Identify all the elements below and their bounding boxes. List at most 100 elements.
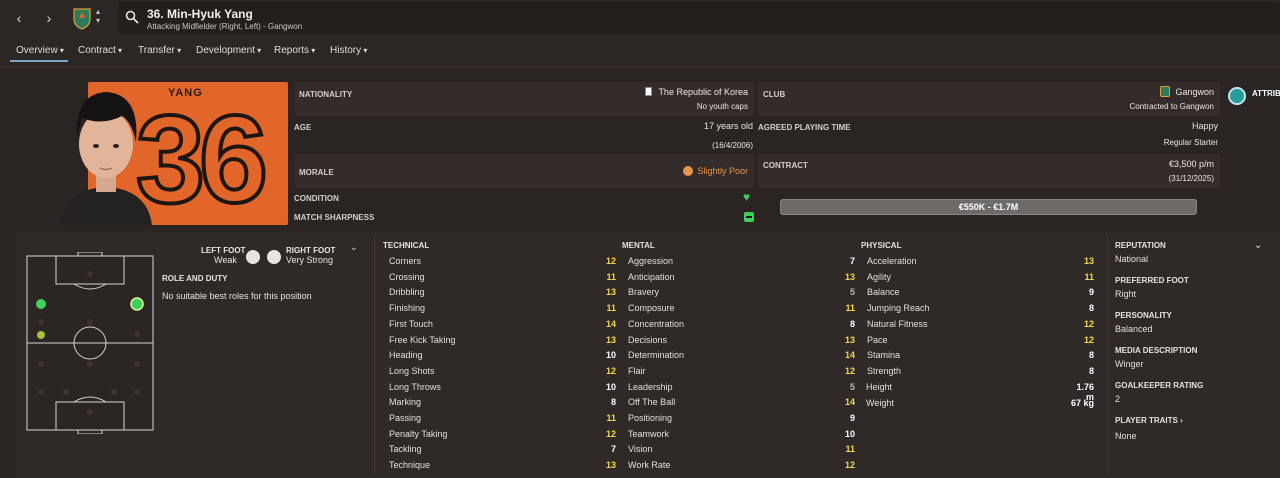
- physical-attribute-value: 12: [1083, 335, 1094, 345]
- technical-attribute-name[interactable]: Long Throws: [389, 382, 441, 392]
- mental-attribute-name[interactable]: Vision: [628, 444, 652, 454]
- mental-attribute-value: 13: [844, 335, 855, 345]
- mental-attribute-name[interactable]: Anticipation: [628, 272, 675, 282]
- technical-attribute-value: 10: [605, 350, 616, 360]
- physical-attribute-value: 8: [1088, 303, 1094, 313]
- physical-attribute-name[interactable]: Agility: [867, 272, 891, 282]
- youth-caps: No youth caps: [696, 102, 748, 111]
- physical-attribute-name[interactable]: Stamina: [867, 350, 900, 360]
- mental-attribute-name[interactable]: Flair: [628, 366, 646, 376]
- mental-attribute-name[interactable]: Composure: [628, 303, 675, 313]
- tab-history[interactable]: History: [330, 45, 367, 56]
- physical-attribute-value: 12: [1083, 319, 1094, 329]
- technical-attribute-name[interactable]: Penalty Taking: [389, 429, 447, 439]
- technical-attribute-name[interactable]: Tackling: [389, 444, 422, 454]
- club-badge-icon[interactable]: [70, 6, 94, 30]
- playing-time-value: Regular Starter: [1163, 138, 1218, 147]
- left-foot-value: Weak: [214, 255, 237, 265]
- preferred-foot-value: Right: [1115, 289, 1137, 299]
- technical-attribute-name[interactable]: Corners: [389, 256, 421, 266]
- physical-attribute-name[interactable]: Natural Fitness: [867, 319, 928, 329]
- technical-attribute-name[interactable]: Dribbling: [389, 287, 425, 297]
- club-value[interactable]: Gangwon: [1175, 87, 1214, 97]
- player-traits-text: PLAYER TRAITS: [1115, 416, 1178, 425]
- technical-attribute-value: 12: [605, 256, 616, 266]
- tab-overview[interactable]: Overview: [16, 45, 64, 56]
- physical-attribute-name[interactable]: Pace: [867, 335, 888, 345]
- tab-contract[interactable]: Contract: [78, 45, 122, 56]
- role-duty-text: No suitable best roles for this position: [162, 291, 312, 301]
- physical-attribute-name[interactable]: Jumping Reach: [867, 303, 930, 313]
- page-title: 36. Min-Hyuk Yang: [147, 7, 253, 21]
- weight-label: Weight: [866, 398, 894, 408]
- mental-attribute-value: 11: [845, 444, 855, 454]
- technical-attribute-name[interactable]: Technique: [389, 460, 430, 470]
- technical-attribute-name[interactable]: Long Shots: [389, 366, 435, 376]
- height-label: Height: [866, 382, 893, 392]
- condition-label: CONDITION: [294, 194, 339, 203]
- mental-attribute-value: 12: [844, 460, 855, 470]
- personality-value: Balanced: [1115, 324, 1153, 334]
- value-range-bar[interactable]: €550K - €1.7M: [780, 199, 1197, 215]
- wage-value: €3,500 p/m: [1168, 159, 1214, 169]
- mental-attribute-name[interactable]: Determination: [628, 350, 684, 360]
- mental-attribute-name[interactable]: Positioning: [628, 413, 672, 423]
- tab-development[interactable]: Development: [196, 45, 261, 56]
- technical-attribute-name[interactable]: Free Kick Taking: [389, 335, 455, 345]
- technical-attribute-value: 12: [605, 429, 616, 439]
- attributes-icon[interactable]: [1228, 87, 1246, 105]
- mental-attribute-name[interactable]: Work Rate: [628, 460, 670, 470]
- nationality-label: NATIONALITY: [299, 90, 353, 99]
- club-label: CLUB: [763, 90, 786, 99]
- mental-attribute-name[interactable]: Aggression: [628, 256, 673, 266]
- physical-attribute-name[interactable]: Strength: [867, 366, 901, 376]
- personality-label: PERSONALITY: [1115, 311, 1172, 320]
- technical-attribute-name[interactable]: Finishing: [389, 303, 425, 313]
- condition-heart-icon: ♥: [743, 190, 751, 204]
- contract-end: (31/12/2025): [1168, 174, 1214, 183]
- mental-attribute-name[interactable]: Off The Ball: [628, 397, 675, 407]
- tab-reports[interactable]: Reports: [274, 45, 315, 56]
- search-icon[interactable]: [125, 10, 139, 27]
- back-arrow-icon[interactable]: ‹: [8, 8, 30, 28]
- mental-attribute-value: 5: [849, 382, 855, 392]
- right-foot-icon: [267, 250, 281, 264]
- right-foot-value: Very Strong: [286, 255, 334, 265]
- technical-attribute-value: 8: [610, 397, 616, 407]
- tab-bar: Overview Contract Transfer Development R…: [0, 36, 1280, 68]
- nationality-value[interactable]: The Republic of Korea: [658, 87, 748, 97]
- left-foot-icon: [246, 250, 260, 264]
- technical-attribute-name[interactable]: Passing: [389, 413, 421, 423]
- mental-attribute-name[interactable]: Leadership: [628, 382, 673, 392]
- top-bar: ‹ › ▴ ▾ 36. Min-Hyuk Yang Attacking Midfi…: [0, 0, 1280, 36]
- mental-attribute-name[interactable]: Concentration: [628, 319, 684, 329]
- physical-attribute-name[interactable]: Balance: [867, 287, 900, 297]
- mental-attribute-value: 11: [845, 303, 855, 313]
- contracted-to: Contracted to Gangwon: [1129, 102, 1215, 111]
- player-traits-label[interactable]: PLAYER TRAITS ›: [1115, 416, 1183, 425]
- info-chevron-down-icon[interactable]: ⌄: [1254, 240, 1262, 251]
- physical-attribute-name[interactable]: Acceleration: [867, 256, 917, 266]
- club-switch-chevrons-icon[interactable]: ▴ ▾: [96, 7, 100, 25]
- tab-transfer[interactable]: Transfer: [138, 45, 181, 56]
- mental-attribute-value: 9: [849, 413, 855, 423]
- role-duty-label: ROLE AND DUTY: [162, 274, 228, 283]
- technical-attribute-name[interactable]: First Touch: [389, 319, 433, 329]
- divider: [1107, 236, 1108, 474]
- media-description-label: MEDIA DESCRIPTION: [1115, 346, 1198, 355]
- goalkeeper-rating-label: GOALKEEPER RATING: [1115, 381, 1204, 390]
- mental-attribute-name[interactable]: Decisions: [628, 335, 667, 345]
- match-sharpness-label: MATCH SHARPNESS: [294, 213, 375, 222]
- reputation-label: REPUTATION: [1115, 241, 1166, 250]
- technical-attribute-name[interactable]: Crossing: [389, 272, 425, 282]
- morale-value[interactable]: Slightly Poor: [697, 166, 748, 176]
- playing-time-label: AGREED PLAYING TIME: [758, 123, 851, 132]
- technical-attribute-name[interactable]: Heading: [389, 350, 423, 360]
- mental-attribute-name[interactable]: Bravery: [628, 287, 659, 297]
- flag-icon: [645, 87, 652, 96]
- feet-chevron-down-icon[interactable]: ⌄: [350, 242, 358, 253]
- mental-attribute-name[interactable]: Teamwork: [628, 429, 669, 439]
- forward-arrow-icon[interactable]: ›: [38, 8, 60, 28]
- technical-attribute-value: 13: [605, 335, 616, 345]
- technical-attribute-name[interactable]: Marking: [389, 397, 421, 407]
